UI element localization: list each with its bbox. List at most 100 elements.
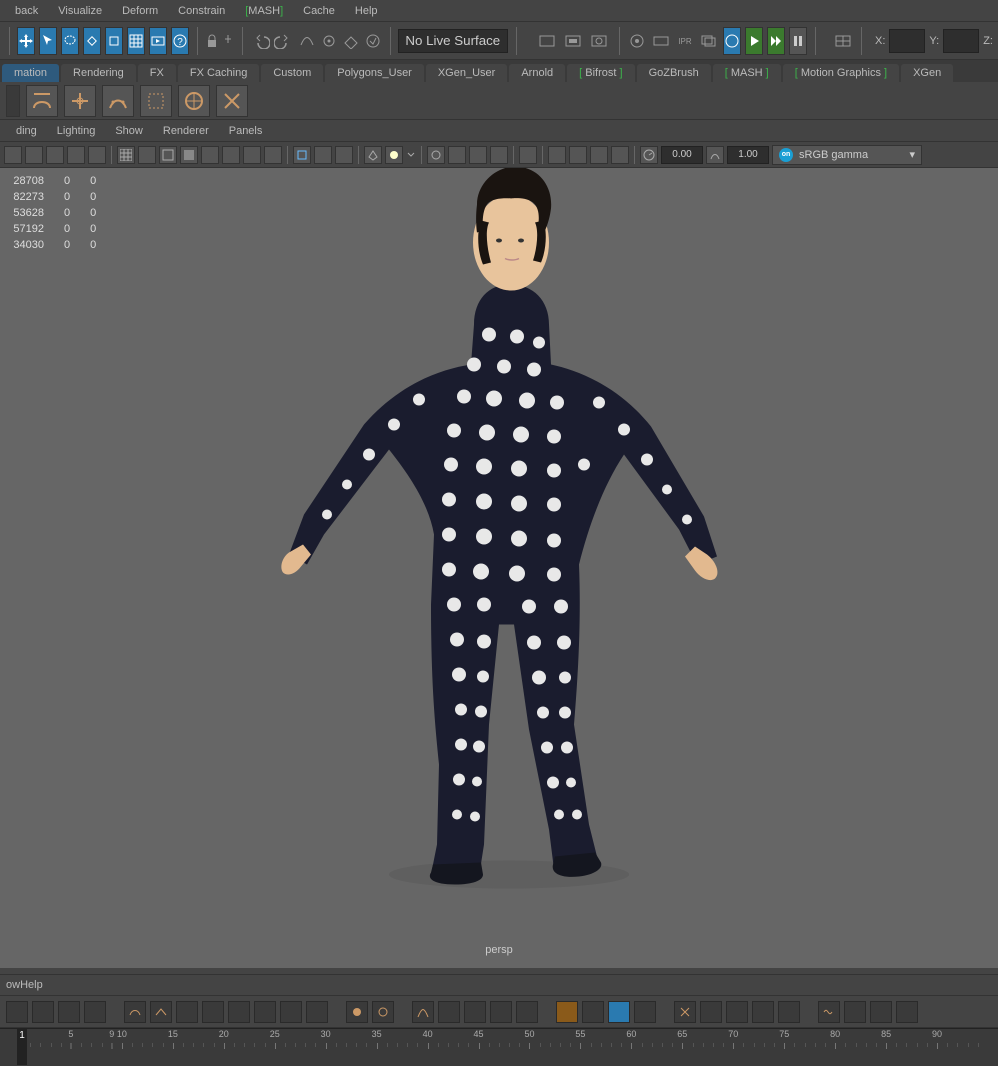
curve-2[interactable] <box>438 1001 460 1023</box>
dof-icon[interactable] <box>548 146 566 164</box>
viewport[interactable]: 2870800 8227300 5362800 5719200 3403000 <box>0 168 998 968</box>
panel-menu-renderer[interactable]: Renderer <box>153 125 219 137</box>
menu-deform[interactable]: Deform <box>112 5 168 17</box>
hypershade-icon[interactable] <box>627 27 647 55</box>
cut-key-icon[interactable] <box>674 1001 696 1023</box>
paste-key-icon[interactable] <box>726 1001 748 1023</box>
film-gate-icon[interactable] <box>88 146 106 164</box>
ao-icon[interactable] <box>569 146 587 164</box>
undo-icon[interactable] <box>250 27 270 55</box>
polymesh-icon[interactable] <box>364 146 382 164</box>
isolate-select-icon[interactable] <box>293 146 311 164</box>
exposure-icon[interactable] <box>640 146 658 164</box>
menu-playback[interactable]: back <box>5 5 48 17</box>
tab-fx[interactable]: FX <box>138 64 176 82</box>
timeline[interactable]: 1 510152025303540455055606570758085909 <box>0 1028 998 1066</box>
two-sided-icon[interactable] <box>448 146 466 164</box>
render-icon[interactable] <box>651 27 671 55</box>
region-tool-icon[interactable] <box>634 1001 656 1023</box>
time-ruler[interactable]: 510152025303540455055606570758085909 <box>0 1029 998 1047</box>
menu-constrain[interactable]: Constrain <box>168 5 235 17</box>
render-settings-icon[interactable] <box>589 27 611 55</box>
playblast-icon[interactable] <box>149 27 167 55</box>
textured-icon[interactable] <box>222 146 240 164</box>
tab-xgen[interactable]: XGen <box>901 64 953 82</box>
shelf-icon-6[interactable] <box>216 85 248 117</box>
tab-animation[interactable]: mation <box>2 64 59 82</box>
tab-polygons-user[interactable]: Polygons_User <box>325 64 424 82</box>
tab-arnold[interactable]: Arnold <box>509 64 565 82</box>
snap-curve-icon[interactable] <box>298 27 316 55</box>
lasso-tool-icon[interactable] <box>61 27 79 55</box>
tangent-8[interactable] <box>306 1001 328 1023</box>
autokey-icon[interactable] <box>608 1001 630 1023</box>
snap-plane-icon[interactable] <box>342 27 360 55</box>
lock-icon[interactable] <box>206 27 218 55</box>
shadows-icon[interactable] <box>264 146 282 164</box>
scale-key-icon[interactable] <box>778 1001 800 1023</box>
gamma-field[interactable] <box>727 146 769 164</box>
lock-camera-icon[interactable] <box>25 146 43 164</box>
bottom-menu-help[interactable]: Help <box>20 979 43 991</box>
scene-mesh[interactable] <box>259 168 739 908</box>
help-icon[interactable]: ? <box>171 27 189 55</box>
construction-history-icon[interactable] <box>537 27 559 55</box>
render-globals-icon[interactable] <box>723 27 741 55</box>
default-light-icon[interactable] <box>427 146 445 164</box>
shelf-icon-2[interactable] <box>64 85 96 117</box>
exposure-field[interactable] <box>661 146 703 164</box>
live-surface-field[interactable] <box>398 29 508 53</box>
menu-help[interactable]: Help <box>345 5 388 17</box>
xray-icon[interactable] <box>314 146 332 164</box>
move-tool-icon[interactable] <box>17 27 35 55</box>
menu-cache[interactable]: Cache <box>293 5 345 17</box>
infinity-linear-icon[interactable] <box>896 1001 918 1023</box>
tangent-2[interactable] <box>150 1001 172 1023</box>
pin-icon[interactable] <box>222 27 234 55</box>
infinity-post-icon[interactable] <box>844 1001 866 1023</box>
pause-icon[interactable] <box>789 27 807 55</box>
curve-3[interactable] <box>464 1001 486 1023</box>
x-field[interactable] <box>889 29 925 53</box>
key-tool-4[interactable] <box>84 1001 106 1023</box>
play-icon[interactable] <box>745 27 763 55</box>
tab-gozbrush[interactable]: GoZBrush <box>637 64 711 82</box>
panel-menu-show[interactable]: Show <box>105 125 153 137</box>
color-management-select[interactable]: on sRGB gamma ▾ <box>772 145 922 165</box>
tab-rendering[interactable]: Rendering <box>61 64 136 82</box>
select-camera-icon[interactable] <box>4 146 22 164</box>
key-tool-2[interactable] <box>32 1001 54 1023</box>
shelf-icon-1[interactable] <box>26 85 58 117</box>
wire-on-shaded-icon[interactable] <box>201 146 219 164</box>
tab-motion-graphics[interactable]: [ Motion Graphics ] <box>783 64 899 82</box>
curve-1[interactable] <box>412 1001 434 1023</box>
no-lights-icon[interactable] <box>469 146 487 164</box>
infinity-cycle-icon[interactable] <box>870 1001 892 1023</box>
key-tool-1[interactable] <box>6 1001 28 1023</box>
unify-tangent[interactable] <box>372 1001 394 1023</box>
render-view-icon[interactable] <box>563 27 585 55</box>
layout-icon[interactable] <box>833 27 853 55</box>
snap-grid-icon[interactable] <box>127 27 145 55</box>
lights-filter-icon[interactable] <box>385 146 403 164</box>
image-plane-icon[interactable] <box>67 146 85 164</box>
select-tool-icon[interactable] <box>39 27 57 55</box>
curve-5[interactable] <box>516 1001 538 1023</box>
grid-icon[interactable] <box>117 146 135 164</box>
tangent-5[interactable] <box>228 1001 250 1023</box>
swap-buffer-icon[interactable] <box>582 1001 604 1023</box>
delete-key-icon[interactable] <box>752 1001 774 1023</box>
chevron-down-icon[interactable] <box>406 146 416 164</box>
flat-light-icon[interactable] <box>490 146 508 164</box>
tangent-6[interactable] <box>254 1001 276 1023</box>
panel-menu-shading[interactable]: ding <box>6 125 47 137</box>
shelf-icon-5[interactable] <box>178 85 210 117</box>
tangent-1[interactable] <box>124 1001 146 1023</box>
y-field[interactable] <box>943 29 979 53</box>
tab-xgen-user[interactable]: XGen_User <box>426 64 507 82</box>
bottom-menu-show[interactable]: ow <box>6 979 20 991</box>
gate-mask-icon[interactable] <box>138 146 156 164</box>
shelf-icon-3[interactable] <box>102 85 134 117</box>
xray-joints-icon[interactable] <box>335 146 353 164</box>
rotate-tool-icon[interactable] <box>83 27 101 55</box>
